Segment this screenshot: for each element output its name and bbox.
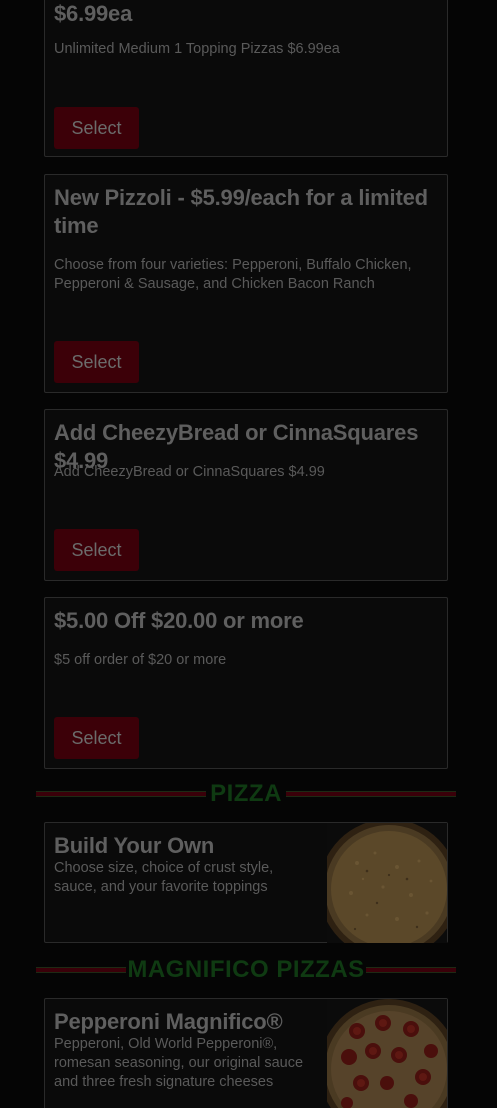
deal-description: Unlimited Medium 1 Topping Pizzas $6.99e… xyxy=(54,41,340,57)
deal-card: $6.99ea Unlimited Medium 1 Topping Pizza… xyxy=(44,0,448,157)
section-heading: PIZZA xyxy=(210,780,282,807)
deal-title: $6.99ea xyxy=(54,1,133,26)
menu-page: $6.99ea Unlimited Medium 1 Topping Pizza… xyxy=(0,0,497,1108)
pepperoni-pizza-image[interactable] xyxy=(327,999,447,1108)
menu-item-description: Choose size, choice of crust style, sauc… xyxy=(54,860,274,895)
menu-item-description: Pepperoni, Old World Pepperoni®, romesan… xyxy=(54,1036,304,1090)
menu-item-title: Build Your Own xyxy=(54,833,215,858)
select-deal-button[interactable]: Select xyxy=(54,717,139,759)
section-header-pizza: PIZZA xyxy=(36,777,456,811)
menu-item-card[interactable]: Build Your Own Choose size, choice of cr… xyxy=(44,822,448,943)
deal-card: $5.00 Off $20.00 or more $5 off order of… xyxy=(44,597,448,769)
menu-item-card[interactable]: Pepperoni Magnifico® Pepperoni, Old Worl… xyxy=(44,998,448,1108)
select-deal-button[interactable]: Select xyxy=(54,529,139,571)
deal-description: $5 off order of $20 or more xyxy=(54,652,227,668)
cheese-pizza-image[interactable] xyxy=(327,823,447,943)
section-heading: MAGNIFICO PIZZAS xyxy=(127,956,365,983)
select-deal-button[interactable]: Select xyxy=(54,107,139,149)
deal-description: Add CheezyBread or CinnaSquares $4.99 xyxy=(54,464,325,480)
menu-item-title: Pepperoni Magnifico® xyxy=(54,1009,283,1034)
deal-title: $5.00 Off $20.00 or more xyxy=(54,608,304,633)
deal-card: Add CheezyBread or CinnaSquares $4.99 Ad… xyxy=(44,409,448,581)
deal-card: New Pizzoli - $5.99/each for a limited t… xyxy=(44,174,448,393)
section-header-magnifico: MAGNIFICO PIZZAS xyxy=(36,953,456,987)
deal-title: New Pizzoli - $5.99/each for a limited t… xyxy=(54,185,428,238)
deal-description: Choose from four varieties: Pepperoni, B… xyxy=(54,257,412,292)
select-deal-button[interactable]: Select xyxy=(54,341,139,383)
